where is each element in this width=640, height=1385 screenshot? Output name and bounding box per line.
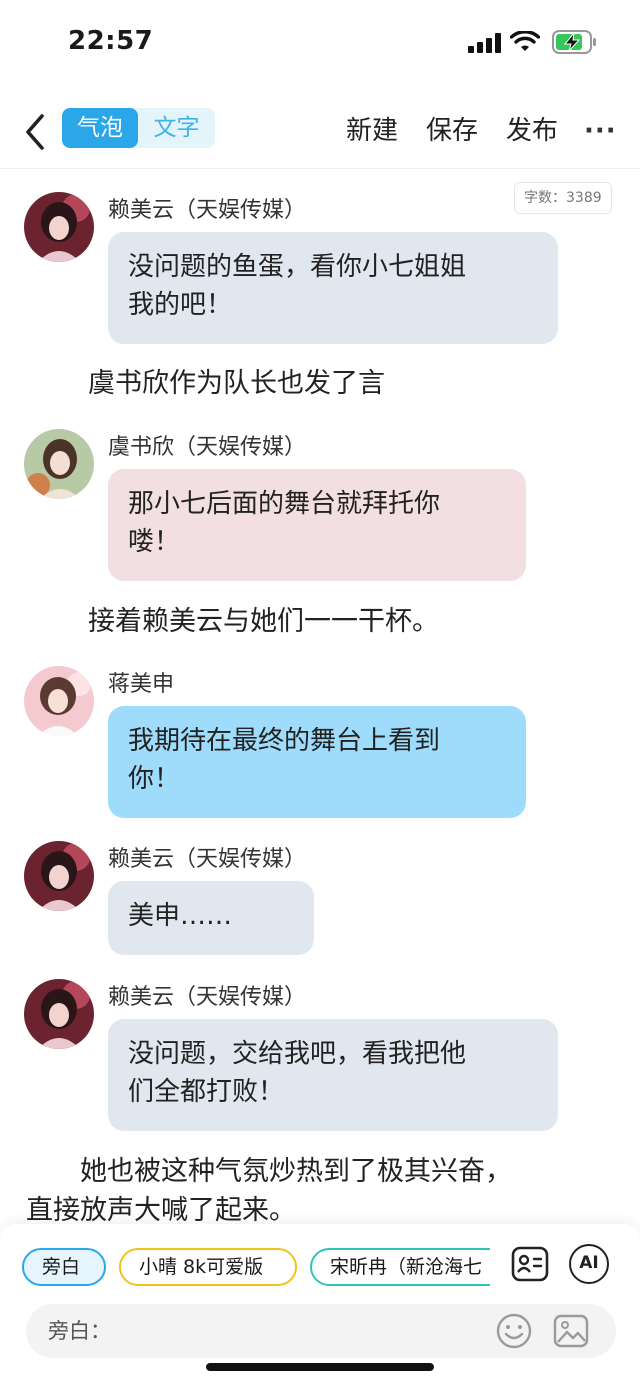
publish-button[interactable]: 发布 bbox=[506, 110, 558, 147]
sender-name: 赖美云（天娱传媒） bbox=[108, 985, 307, 1010]
message-input[interactable]: 旁白： bbox=[26, 1304, 616, 1358]
avatar[interactable] bbox=[24, 841, 94, 911]
avatar[interactable] bbox=[24, 192, 94, 262]
message-line: 那小七后面的舞台就拜托你 bbox=[128, 489, 441, 519]
message-bubble[interactable]: 没问题的鱼蛋，看你小七姐姐 我的吧！ bbox=[108, 232, 558, 344]
message-bubble[interactable]: 没问题，交给我吧，看我把他 们全都打败！ bbox=[108, 1019, 558, 1131]
ai-icon[interactable]: AI bbox=[569, 1244, 609, 1284]
top-nav-bar: 气泡 文字 新建 保存 发布 ··· bbox=[0, 96, 640, 169]
sender-name: 赖美云（天娱传媒） bbox=[108, 198, 307, 223]
story-chat-list: 赖美云（天娱传媒） 没问题的鱼蛋，看你小七姐姐 我的吧！ 虞书欣作为队长也发了言… bbox=[0, 174, 640, 1224]
message-line: 们全都打败！ bbox=[128, 1077, 285, 1107]
tab-text-mode[interactable]: 文字 bbox=[138, 108, 215, 148]
battery-charging-icon bbox=[552, 30, 596, 54]
message-line: 美申…… bbox=[128, 901, 233, 931]
avatar[interactable] bbox=[24, 666, 94, 736]
input-role-label: 旁白： bbox=[48, 1319, 111, 1343]
status-bar: 22:57 bbox=[0, 0, 640, 88]
mode-segmented-control: 气泡 文字 bbox=[62, 108, 215, 148]
message-line: 我的吧！ bbox=[128, 290, 233, 320]
emoji-icon[interactable] bbox=[495, 1312, 533, 1350]
home-indicator bbox=[206, 1363, 434, 1371]
sender-name: 蒋美申 bbox=[108, 672, 175, 697]
avatar[interactable] bbox=[24, 979, 94, 1049]
message-line: 喽！ bbox=[128, 527, 181, 557]
contact-card-icon[interactable] bbox=[510, 1244, 550, 1284]
new-button[interactable]: 新建 bbox=[346, 110, 398, 147]
avatar[interactable] bbox=[24, 429, 94, 499]
role-chip-character[interactable]: 宋昕冉（新沧海七 bbox=[310, 1248, 490, 1286]
sender-name: 赖美云（天娱传媒） bbox=[108, 847, 307, 872]
narration-text[interactable]: 她也被这种气氛炒热到了极其兴奋， 直接放声大喊了起来。 bbox=[26, 1152, 616, 1224]
role-chip-narrator[interactable]: 旁白 bbox=[22, 1248, 106, 1286]
more-menu-button[interactable]: ··· bbox=[584, 116, 617, 146]
message-bubble[interactable]: 美申…… bbox=[108, 881, 314, 955]
message-bubble[interactable]: 我期待在最终的舞台上看到 你！ bbox=[108, 706, 526, 818]
cellular-signal-icon bbox=[468, 33, 501, 53]
narration-line: 她也被这种气氛炒热到了极其兴奋， bbox=[26, 1156, 512, 1187]
narration-text[interactable]: 虞书欣作为队长也发了言 bbox=[88, 364, 608, 403]
composer-panel: 旁白 小晴 8k可爱版 宋昕冉（新沧海七 AI 旁白： bbox=[0, 1224, 640, 1385]
save-button[interactable]: 保存 bbox=[426, 110, 478, 147]
wifi-icon bbox=[510, 31, 540, 51]
message-line: 我期待在最终的舞台上看到 bbox=[128, 726, 441, 756]
message-line: 你！ bbox=[128, 764, 181, 794]
message-bubble[interactable]: 那小七后面的舞台就拜托你 喽！ bbox=[108, 469, 526, 581]
message-line: 没问题的鱼蛋，看你小七姐姐 bbox=[128, 252, 467, 282]
message-line: 没问题，交给我吧，看我把他 bbox=[128, 1039, 467, 1069]
back-arrow-icon[interactable] bbox=[20, 112, 50, 152]
status-time: 22:57 bbox=[68, 26, 154, 56]
sender-name: 虞书欣（天娱传媒） bbox=[108, 435, 307, 460]
tab-bubble-mode[interactable]: 气泡 bbox=[62, 108, 138, 148]
word-count-badge: 字数：3389 bbox=[514, 182, 612, 214]
narration-text[interactable]: 接着赖美云与她们一一干杯。 bbox=[88, 602, 608, 641]
narration-line: 直接放声大喊了起来。 bbox=[26, 1195, 296, 1224]
image-icon[interactable] bbox=[552, 1312, 590, 1350]
role-chip-character[interactable]: 小晴 8k可爱版 bbox=[119, 1248, 297, 1286]
